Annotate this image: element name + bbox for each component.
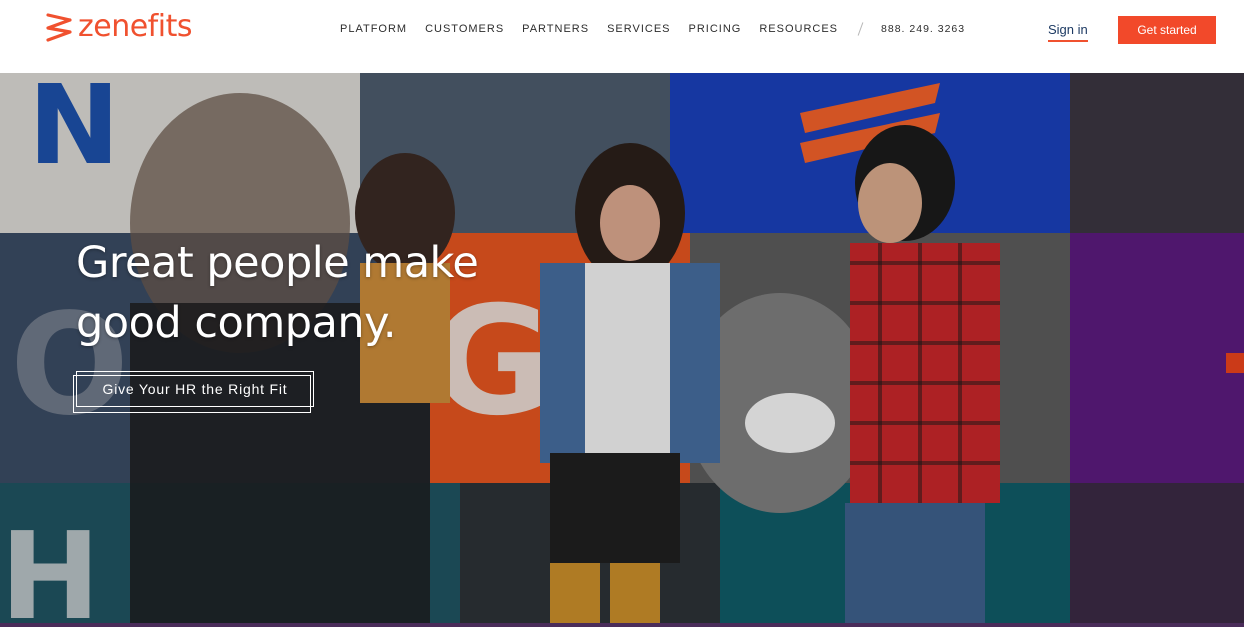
main-nav: PLATFORM CUSTOMERS PARTNERS SERVICES PRI…: [340, 22, 965, 36]
nav-resources[interactable]: RESOURCES: [759, 23, 838, 35]
nav-services[interactable]: SERVICES: [607, 23, 670, 35]
logo-wordmark: zenefits: [78, 9, 192, 44]
nav-divider: [857, 22, 864, 36]
get-started-button[interactable]: Get started: [1118, 16, 1216, 44]
zenefits-logo[interactable]: zenefits: [46, 8, 192, 46]
nav-platform[interactable]: PLATFORM: [340, 23, 407, 35]
phone-number[interactable]: 888. 249. 3263: [881, 23, 965, 35]
site-header: zenefits PLATFORM CUSTOMERS PARTNERS SER…: [0, 0, 1244, 73]
hero-headline-line1: Great people make: [76, 238, 479, 288]
zenefits-logo-icon: [46, 13, 72, 42]
hero-section: N G O H Great people make good company. …: [0, 73, 1244, 623]
hero-headline: Great people make good company.: [76, 233, 479, 353]
hero-headline-line2: good company.: [76, 298, 397, 348]
hero-bottom-strip: [0, 623, 1244, 627]
nav-partners[interactable]: PARTNERS: [522, 23, 589, 35]
hr-right-fit-button[interactable]: Give Your HR the Right Fit: [73, 371, 314, 413]
nav-customers[interactable]: CUSTOMERS: [425, 23, 504, 35]
nav-pricing[interactable]: PRICING: [689, 23, 742, 35]
sign-in-link[interactable]: Sign in: [1048, 22, 1088, 42]
